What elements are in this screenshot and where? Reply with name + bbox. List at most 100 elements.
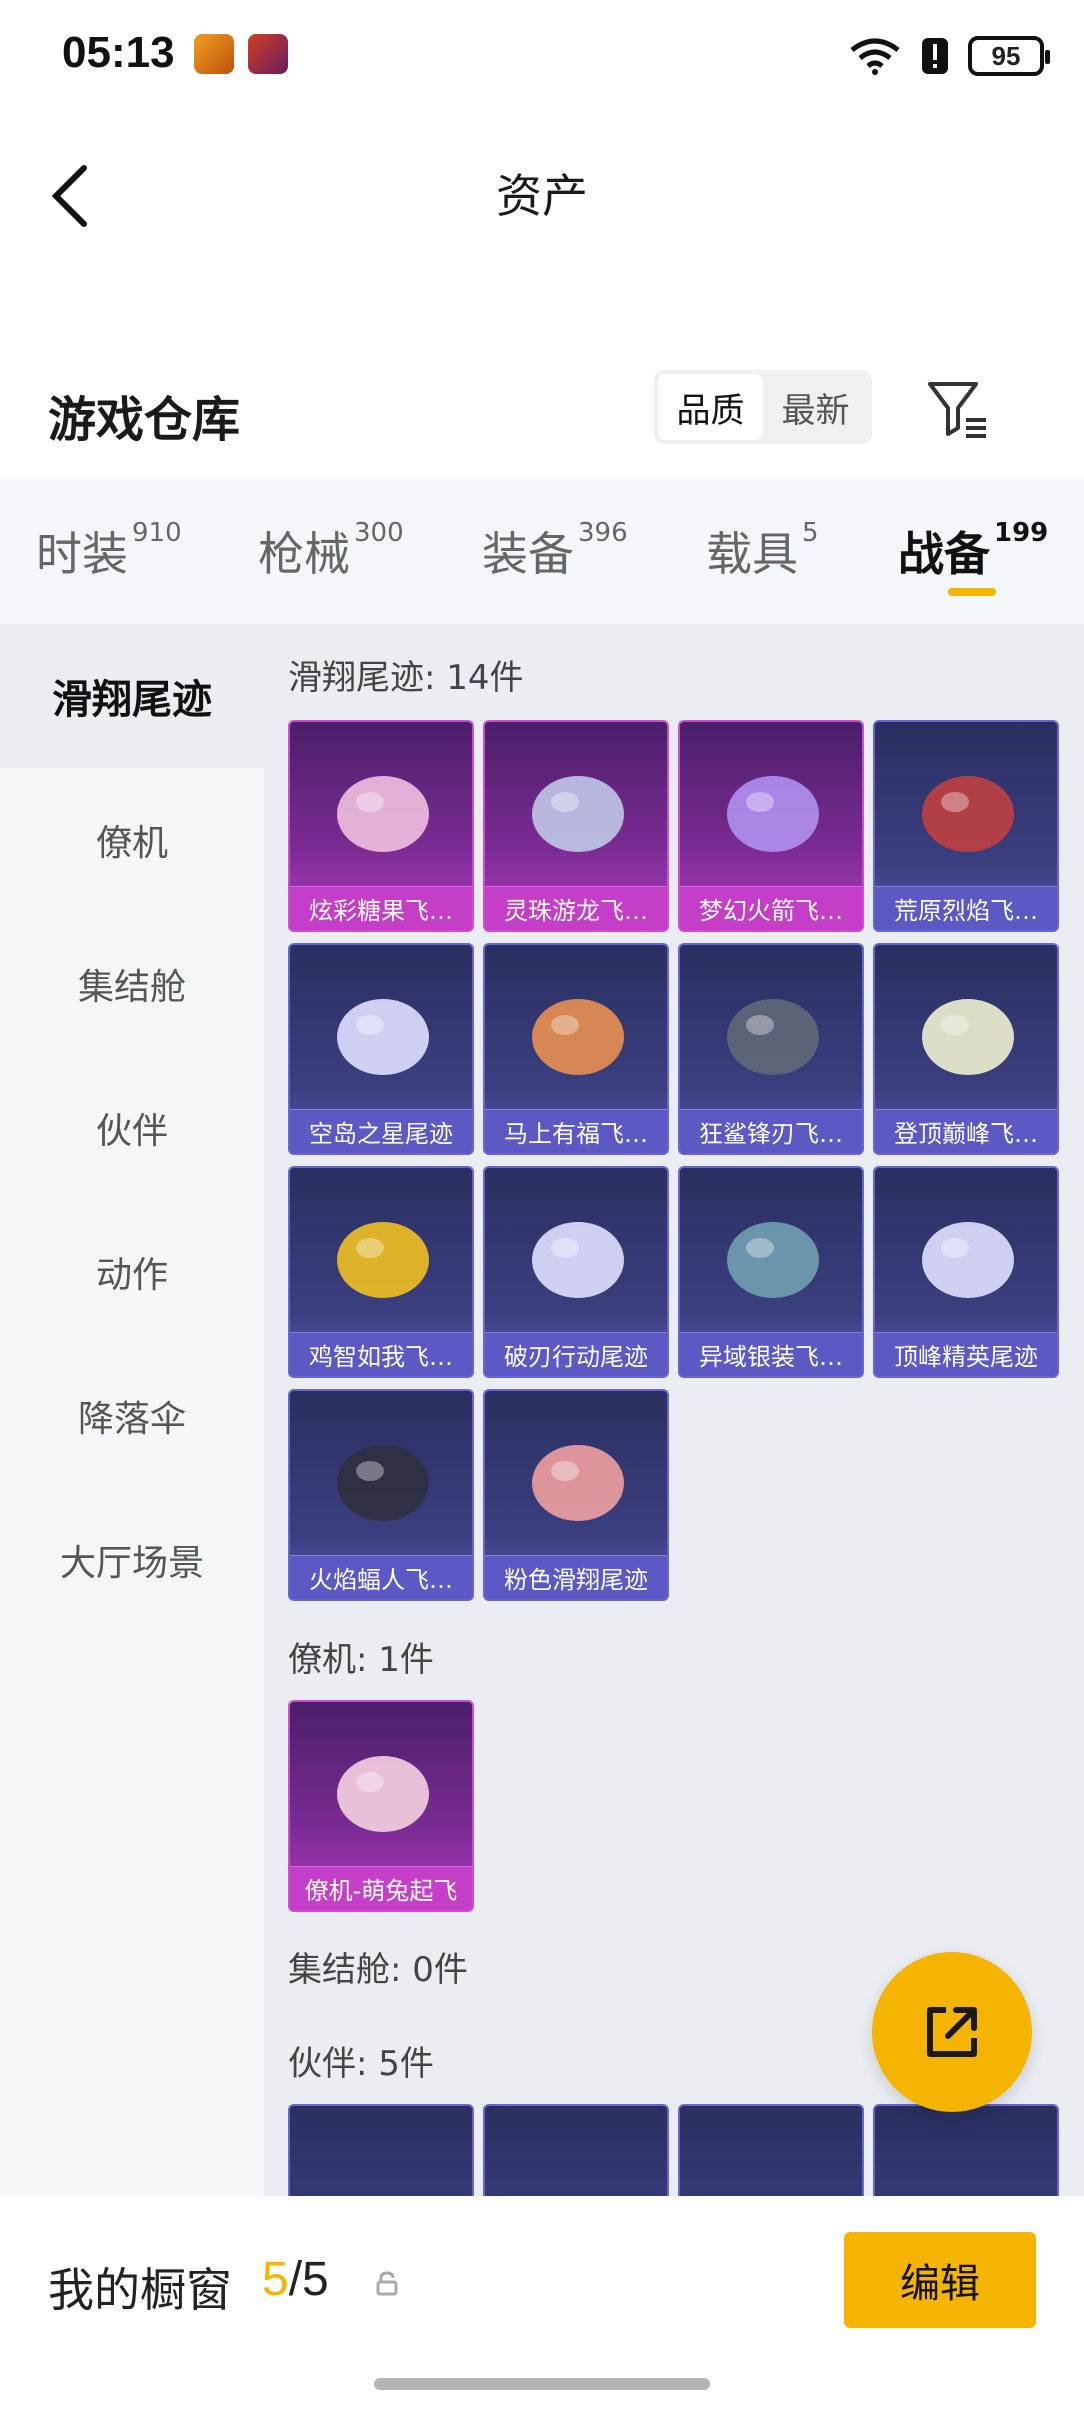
side-item-glide-trail[interactable]: 滑翔尾迹 [0,624,264,768]
item-card[interactable]: 马上有福飞… [483,943,669,1155]
showcase-total: /5 [288,2253,329,2306]
item-name: 灵珠游龙飞… [485,886,667,930]
item-card[interactable]: 炫彩糖果飞… [288,720,474,932]
item-card[interactable]: 粉色滑翔尾迹 [483,1389,669,1601]
item-card[interactable]: 空岛之星尾迹 [288,943,474,1155]
tab-label: 枪械 [258,527,350,581]
item-card[interactable]: 异域银装飞… [678,1166,864,1378]
item-card-partner[interactable] [678,2104,864,2196]
side-item-wingman[interactable]: 僚机 [0,768,264,912]
tab-label: 战备 [898,527,990,581]
item-image [727,776,819,852]
warehouse-header: 游戏仓库 品质 最新 [0,360,1084,480]
item-image [532,999,624,1075]
item-name: 炫彩糖果飞… [290,886,472,930]
status-indicators: 95 [848,32,1050,80]
sort-newest-button[interactable]: 最新 [763,374,868,440]
item-image [337,999,429,1075]
share-icon [927,2007,977,2057]
tab-label: 载具 [706,527,798,581]
item-card[interactable]: 狂鲨锋刃飞… [678,943,864,1155]
item-card[interactable]: 鸡智如我飞… [288,1166,474,1378]
page-header: 资产 [0,120,1084,270]
item-image [337,1222,429,1298]
filter-button[interactable] [924,374,994,444]
sort-quality-button[interactable]: 品质 [658,374,763,440]
tab-count: 396 [578,518,628,548]
side-item-partner[interactable]: 伙伴 [0,1056,264,1200]
item-name: 马上有福飞… [485,1109,667,1153]
item-card[interactable]: 顶峰精英尾迹 [873,1166,1059,1378]
item-name: 粉色滑翔尾迹 [485,1555,667,1599]
side-nav: 滑翔尾迹 僚机 集结舱 伙伴 动作 降落伞 大厅场景 [0,624,264,2196]
active-tab-indicator [948,588,996,596]
item-name: 梦幻火箭飞… [680,886,862,930]
side-item-lobby-scene[interactable]: 大厅场景 [0,1488,264,1632]
showcase-current: 5 [262,2253,289,2306]
tab-count: 910 [132,518,182,548]
item-card-partner[interactable] [288,2104,474,2196]
item-card[interactable]: 灵珠游龙飞… [483,720,669,932]
showcase-count: 5/5 [262,2252,329,2307]
item-image [727,1222,819,1298]
item-image [922,1222,1014,1298]
status-time: 05:13 [62,28,175,77]
item-image [922,776,1014,852]
item-card[interactable]: 破刃行动尾迹 [483,1166,669,1378]
tab-vehicles[interactable]: 载具 5 [706,518,819,584]
battery-indicator: 95 [968,36,1050,76]
item-card[interactable]: 梦幻火箭飞… [678,720,864,932]
tab-label: 装备 [482,527,574,581]
item-image [532,776,624,852]
item-image [922,999,1014,1075]
group-title-pod: 集结舱: 0件 [288,1950,468,1990]
edit-button[interactable]: 编辑 [844,2232,1036,2328]
item-card[interactable]: 僚机-萌兔起飞 [288,1700,474,1912]
home-indicator [374,2378,710,2390]
item-image [337,1445,429,1521]
item-image [532,1222,624,1298]
page-title: 资产 [496,169,588,223]
tab-equipment[interactable]: 装备 396 [482,518,628,584]
hero-app-icon [248,34,288,74]
item-name: 火焰蝠人飞… [290,1555,472,1599]
item-card[interactable]: 登顶巅峰飞… [873,943,1059,1155]
group-title-glide: 滑翔尾迹: 14件 [288,658,524,698]
item-image [532,1445,624,1521]
wifi-icon [850,38,900,75]
item-image [727,999,819,1075]
group-title-wingman: 僚机: 1件 [288,1640,434,1680]
status-bar: 05:13 95 [0,0,1084,110]
warehouse-title: 游戏仓库 [48,392,241,448]
group-title-partner: 伙伴: 5件 [288,2044,434,2084]
item-name: 狂鲨锋刃飞… [680,1109,862,1153]
tab-count: 199 [994,518,1049,548]
share-button[interactable] [872,1952,1032,2112]
item-image [337,1756,429,1832]
item-card-partner[interactable] [873,2104,1059,2196]
filter-icon [928,382,986,438]
tab-battle-prep[interactable]: 战备 199 [898,518,1048,584]
side-item-assembly-pod[interactable]: 集结舱 [0,912,264,1056]
category-tabs: 时装 910 枪械 300 装备 396 载具 5 战备 199 [0,478,1084,624]
tab-count: 5 [802,518,819,548]
alert-icon [922,38,948,74]
item-image [337,776,429,852]
side-item-emote[interactable]: 动作 [0,1200,264,1344]
item-name: 荒原烈焰飞… [875,886,1057,930]
tab-fashion[interactable]: 时装 910 [36,518,182,584]
side-item-parachute[interactable]: 降落伞 [0,1344,264,1488]
item-name: 鸡智如我飞… [290,1332,472,1376]
lock-icon [376,2271,398,2296]
item-name: 登顶巅峰飞… [875,1109,1057,1153]
game-app-icon [194,34,234,74]
item-name: 异域银装飞… [680,1332,862,1376]
tab-label: 时装 [36,527,128,581]
item-card[interactable]: 火焰蝠人飞… [288,1389,474,1601]
item-card-partner[interactable] [483,2104,669,2196]
tab-count: 300 [354,518,404,548]
item-card[interactable]: 荒原烈焰飞… [873,720,1059,932]
item-name: 破刃行动尾迹 [485,1332,667,1376]
item-name: 僚机-萌兔起飞 [290,1866,472,1910]
tab-weapons[interactable]: 枪械 300 [258,518,404,584]
